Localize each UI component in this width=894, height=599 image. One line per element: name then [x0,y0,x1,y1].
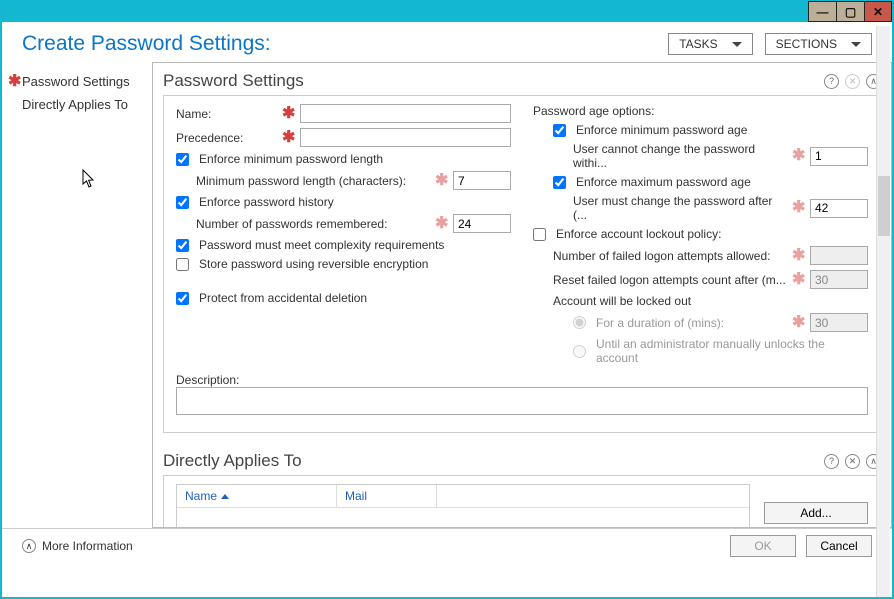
name-input[interactable] [300,104,511,123]
section-title: Directly Applies To [163,451,302,471]
table-header: Name Mail [177,485,749,508]
minimize-button[interactable]: — [808,1,836,22]
required-icon: ✱ [792,317,804,329]
scrollbar-thumb[interactable] [878,176,890,236]
remove-section-icon: ✕ [845,74,860,89]
more-information-expander[interactable]: ∧ More Information [22,539,133,553]
enforce-max-age-checkbox[interactable] [553,176,566,189]
required-icon: ✱ [792,274,804,286]
window-titlebar: — ▢ ✕ [2,1,892,22]
complexity-checkbox[interactable] [176,239,189,252]
precedence-input[interactable] [300,128,511,147]
page-header: Create Password Settings: TASKS SECTIONS [2,22,892,62]
window-scrollbar[interactable] [876,26,890,597]
enforce-min-length-checkbox[interactable] [176,153,189,166]
section-title: Password Settings [163,71,304,91]
section-head-directly-applies: Directly Applies To ? ✕ ∧ [163,449,881,475]
min-length-input[interactable] [453,171,511,190]
reset-count-label: Reset failed logon attempts count after … [553,273,786,287]
required-icon: ✱ [792,202,804,214]
chevron-down-icon [732,42,742,47]
required-icon: ✱ [282,132,294,144]
failed-attempts-input[interactable] [810,246,868,265]
remove-section-icon[interactable]: ✕ [845,454,860,469]
protect-checkbox[interactable] [176,292,189,305]
enforce-max-age-label: Enforce maximum password age [576,175,751,189]
section-nav: ✱ Password Settings Directly Applies To [2,62,152,528]
protect-label: Protect from accidental deletion [199,291,367,305]
name-label: Name: [176,107,276,121]
nav-password-settings[interactable]: ✱ Password Settings [6,70,148,93]
chevron-down-icon [851,42,861,47]
until-admin-label: Until an administrator manually unlocks … [596,337,868,365]
min-age-label: User cannot change the password withi... [573,142,786,170]
reset-count-input[interactable] [810,270,868,289]
locked-out-label: Account will be locked out [553,294,691,308]
column-mail[interactable]: Mail [337,485,437,507]
until-admin-radio[interactable] [573,345,586,358]
duration-radio[interactable] [573,316,586,329]
nav-label: Directly Applies To [22,97,128,112]
column-empty [437,485,749,507]
lockout-checkbox[interactable] [533,228,546,241]
duration-input[interactable] [810,313,868,332]
complexity-label: Password must meet complexity requiremen… [199,238,444,252]
tasks-label: TASKS [679,37,717,51]
sort-ascending-icon [221,494,229,499]
required-icon: ✱ [435,218,447,230]
required-icon: ✱ [8,76,20,88]
age-options-label: Password age options: [533,104,654,118]
reversible-label: Store password using reversible encrypti… [199,257,428,271]
sections-label: SECTIONS [776,37,837,51]
failed-attempts-label: Number of failed logon attempts allowed: [553,249,786,263]
chevron-up-icon: ∧ [22,539,36,553]
lockout-label: Enforce account lockout policy: [556,227,721,241]
enforce-min-age-checkbox[interactable] [553,124,566,137]
column-label: Mail [345,489,367,503]
nav-label: Password Settings [22,74,130,89]
more-info-label: More Information [42,539,133,553]
max-age-label: User must change the password after (... [573,194,786,222]
left-column: Name: ✱ Precedence: ✱ Enforce minimum pa… [176,104,511,365]
precedence-label: Precedence: [176,131,276,145]
footer: ∧ More Information OK Cancel [2,528,892,563]
right-column: Password age options: Enforce minimum pa… [533,104,868,365]
help-icon[interactable]: ? [824,454,839,469]
maximize-button[interactable]: ▢ [836,1,864,22]
section-head-password-settings: Password Settings ? ✕ ∧ [163,69,881,95]
reversible-checkbox[interactable] [176,258,189,271]
cancel-button[interactable]: Cancel [806,535,872,557]
ok-button[interactable]: OK [730,535,796,557]
help-icon[interactable]: ? [824,74,839,89]
enforce-history-checkbox[interactable] [176,196,189,209]
sections-dropdown[interactable]: SECTIONS [765,33,872,55]
description-label: Description: [176,373,239,387]
history-count-label: Number of passwords remembered: [196,217,429,231]
description-input[interactable] [176,387,868,415]
required-icon: ✱ [435,175,447,187]
nav-directly-applies-to[interactable]: Directly Applies To [6,93,148,116]
column-label: Name [185,489,217,503]
body: ✱ Password Settings Directly Applies To … [2,62,892,528]
enforce-history-label: Enforce password history [199,195,334,209]
tasks-dropdown[interactable]: TASKS [668,33,752,55]
enforce-min-age-label: Enforce minimum password age [576,123,747,137]
max-age-input[interactable] [810,199,868,218]
close-button[interactable]: ✕ [864,1,892,22]
add-button[interactable]: Add... [764,502,868,524]
enforce-min-length-label: Enforce minimum password length [199,152,383,166]
applies-to-table[interactable]: Name Mail [176,484,750,528]
main-panel: Password Settings ? ✕ ∧ Name: ✱ Preceden [152,62,892,528]
required-icon: ✱ [282,108,294,120]
directly-applies-panel: Name Mail Add... Remove [163,475,881,528]
column-name[interactable]: Name [177,485,337,507]
min-length-label: Minimum password length (characters): [196,174,429,188]
history-count-input[interactable] [453,214,511,233]
password-settings-panel: Name: ✱ Precedence: ✱ Enforce minimum pa… [163,95,881,433]
page-title: Create Password Settings: [22,32,271,56]
min-age-input[interactable] [810,147,868,166]
required-icon: ✱ [792,150,804,162]
required-icon: ✱ [792,250,804,262]
duration-label: For a duration of (mins): [596,316,786,330]
